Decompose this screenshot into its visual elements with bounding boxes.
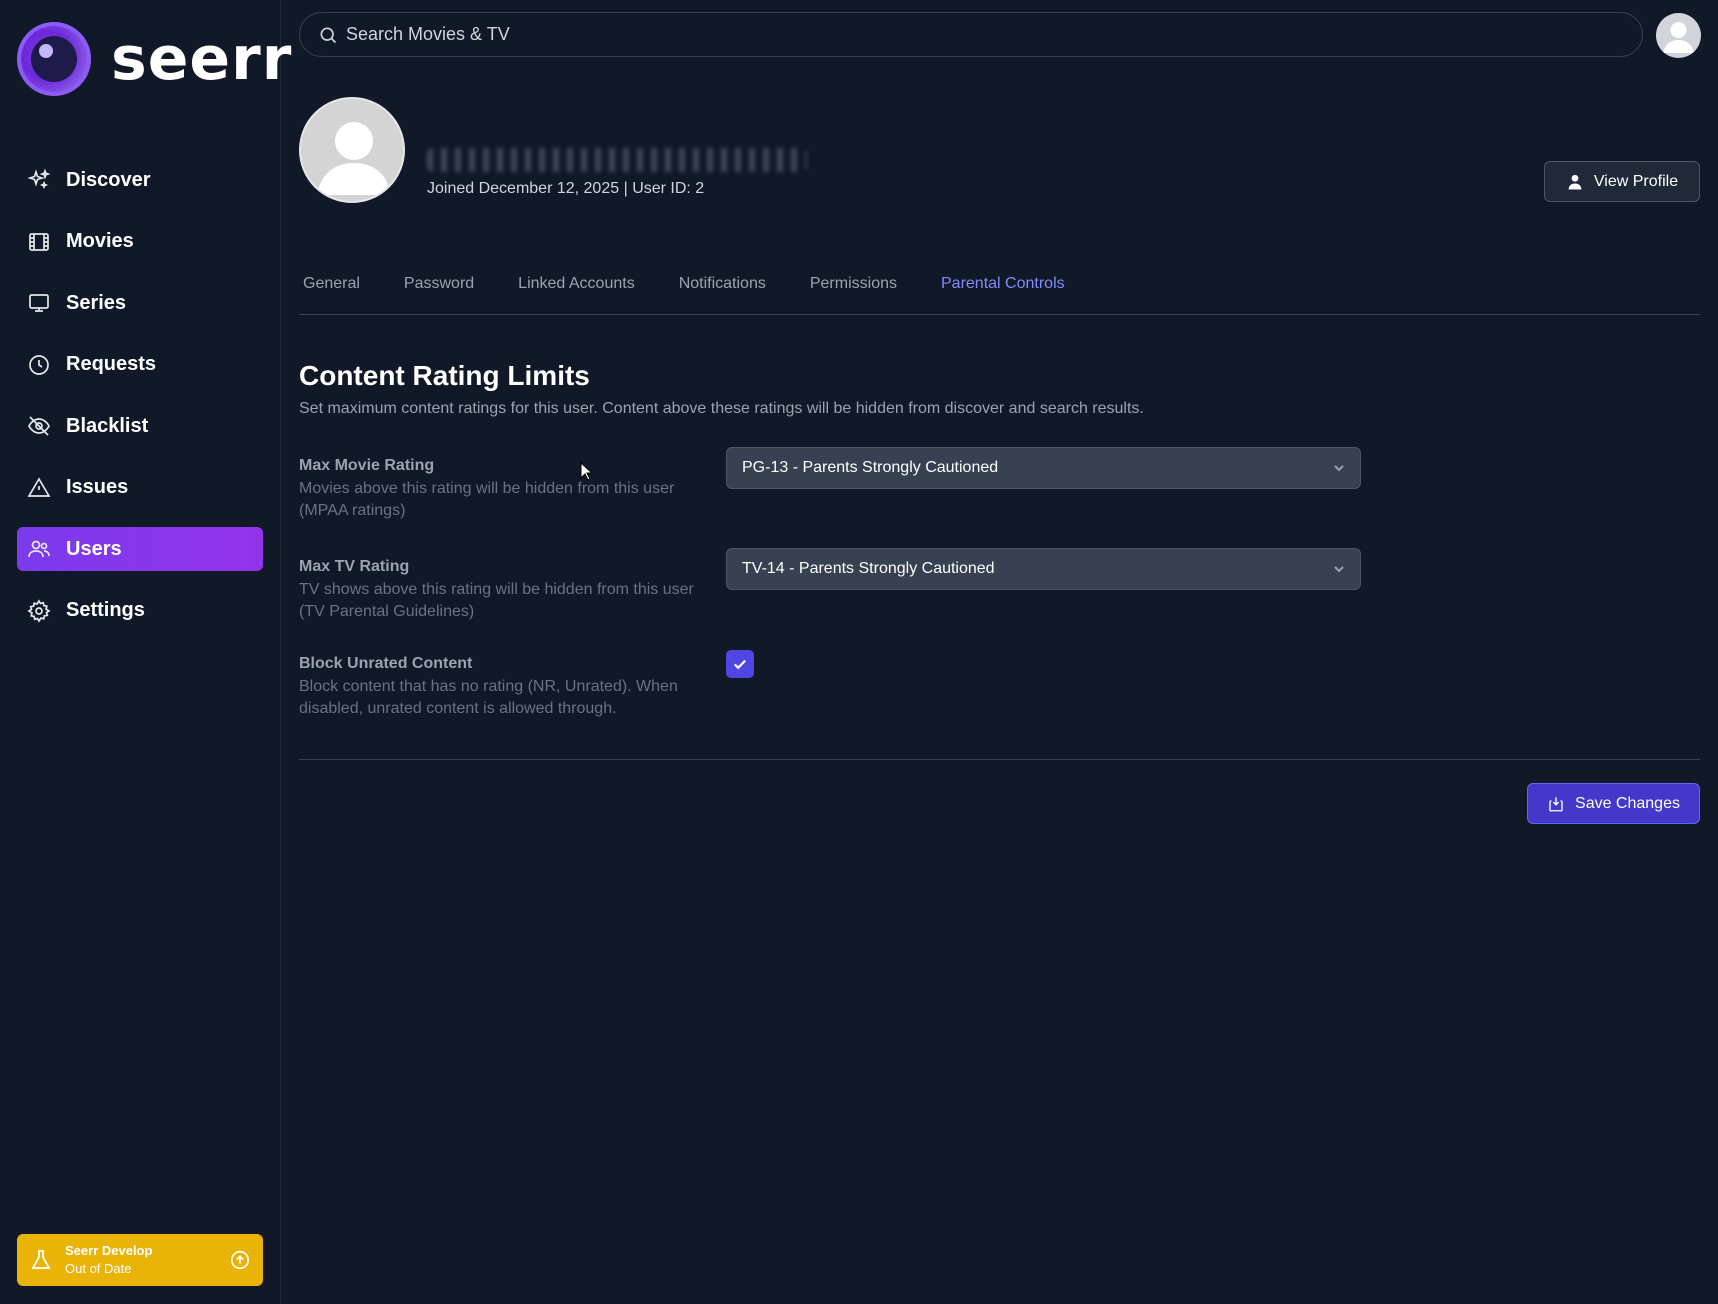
chevron-down-icon: [1334, 566, 1344, 573]
max-movie-rating-value: PG-13 - Parents Strongly Cautioned: [742, 459, 999, 476]
profile-display-name-redacted: [427, 148, 807, 172]
clock-icon: [29, 354, 49, 375]
sidebar-item-discover[interactable]: Discover: [17, 158, 263, 202]
user-id: User ID: 2: [632, 180, 705, 197]
sidebar-item-blacklist[interactable]: Blacklist: [17, 404, 263, 448]
gear-icon: [27, 598, 51, 623]
section-divider: [299, 759, 1700, 760]
tab-parental-controls[interactable]: Parental Controls: [937, 272, 1069, 315]
tab-linked-accounts[interactable]: Linked Accounts: [514, 272, 639, 315]
save-icon: [1549, 796, 1563, 811]
sidebar-nav: Discover Movies Series Requests Blacklis…: [17, 158, 263, 650]
user-icon: [1568, 174, 1582, 189]
app-logo[interactable]: seerr: [17, 22, 292, 96]
section-title: Content Rating Limits: [299, 360, 590, 391]
sidebar: seerr Discover Movies Series Requests Bl…: [0, 0, 291, 1304]
mouse-cursor-icon: [580, 462, 594, 481]
profile-meta: Joined December 12, 2025 | User ID: 2: [427, 180, 704, 198]
sparkles-icon: [27, 168, 51, 190]
version-name: Seerr Develop: [65, 1243, 153, 1258]
sidebar-item-label: Series: [66, 291, 127, 314]
max-movie-rating-label: Max Movie Rating: [299, 457, 435, 474]
users-icon: [28, 540, 50, 558]
avatar-icon: [1663, 22, 1694, 53]
tv-icon: [29, 294, 49, 312]
search-input[interactable]: [346, 24, 1626, 45]
meta-separator: |: [623, 180, 628, 197]
profile-avatar: [299, 97, 405, 203]
max-tv-rating-value: TV-14 - Parents Strongly Cautioned: [742, 560, 995, 577]
max-movie-rating-help: Movies above this rating will be hidden …: [299, 480, 675, 519]
check-icon: [733, 659, 747, 670]
settings-tabs: General Password Linked Accounts Notific…: [299, 272, 1700, 315]
logo-icon: [17, 22, 91, 96]
eye-slash-icon: [28, 416, 50, 436]
chevron-down-icon: [1334, 465, 1344, 472]
sidebar-item-series[interactable]: Series: [17, 281, 263, 325]
sidebar-item-label: Issues: [66, 476, 129, 498]
tab-notifications[interactable]: Notifications: [675, 272, 770, 315]
warning-icon: [27, 476, 51, 497]
sidebar-item-settings[interactable]: Settings: [17, 589, 263, 633]
max-tv-rating-label: Max TV Rating: [299, 558, 410, 575]
search-bar[interactable]: [299, 12, 1643, 57]
sidebar-item-issues[interactable]: Issues: [17, 466, 263, 510]
max-movie-rating-select[interactable]: PG-13 - Parents Strongly Cautioned: [726, 447, 1361, 489]
version-status-badge[interactable]: Seerr Develop Out of Date: [17, 1234, 263, 1286]
sidebar-item-label: Discover: [66, 168, 151, 191]
block-unrated-checkbox[interactable]: [726, 650, 754, 678]
version-text: Seerr Develop Out of Date: [65, 1242, 229, 1278]
app-name: seerr: [111, 24, 293, 94]
version-status: Out of Date: [65, 1261, 132, 1276]
view-profile-label: View Profile: [1593, 172, 1679, 190]
sidebar-item-label: Users: [66, 537, 122, 560]
block-unrated-help: Block content that has no rating (NR, Un…: [299, 678, 678, 717]
sidebar-item-label: Blacklist: [66, 414, 149, 437]
film-icon: [29, 232, 49, 251]
section-description: Set maximum content ratings for this use…: [299, 400, 1144, 417]
sidebar-item-label: Requests: [66, 353, 157, 375]
block-unrated-label: Block Unrated Content: [299, 655, 473, 672]
beaker-icon: [31, 1250, 51, 1269]
sidebar-item-requests[interactable]: Requests: [17, 343, 263, 387]
max-tv-rating-select[interactable]: TV-14 - Parents Strongly Cautioned: [726, 548, 1361, 590]
max-tv-rating-help: TV shows above this rating will be hidde…: [299, 581, 694, 620]
save-changes-label: Save Changes: [1575, 794, 1680, 812]
sidebar-item-label: Movies: [66, 230, 134, 252]
save-changes-button[interactable]: Save Changes: [1527, 783, 1700, 824]
search-icon: [320, 27, 337, 43]
sidebar-item-label: Settings: [66, 599, 145, 621]
tab-permissions[interactable]: Permissions: [806, 272, 901, 315]
joined-date: Joined December 12, 2025: [427, 180, 620, 197]
sidebar-item-users[interactable]: Users: [17, 527, 263, 571]
tab-password[interactable]: Password: [400, 272, 478, 315]
sidebar-item-movies[interactable]: Movies: [17, 220, 263, 264]
user-avatar-menu[interactable]: [1656, 13, 1701, 58]
arrow-up-circle-icon: [230, 1250, 250, 1270]
view-profile-button[interactable]: View Profile: [1544, 161, 1700, 202]
avatar-icon: [317, 122, 391, 195]
tab-general[interactable]: General: [299, 272, 364, 315]
